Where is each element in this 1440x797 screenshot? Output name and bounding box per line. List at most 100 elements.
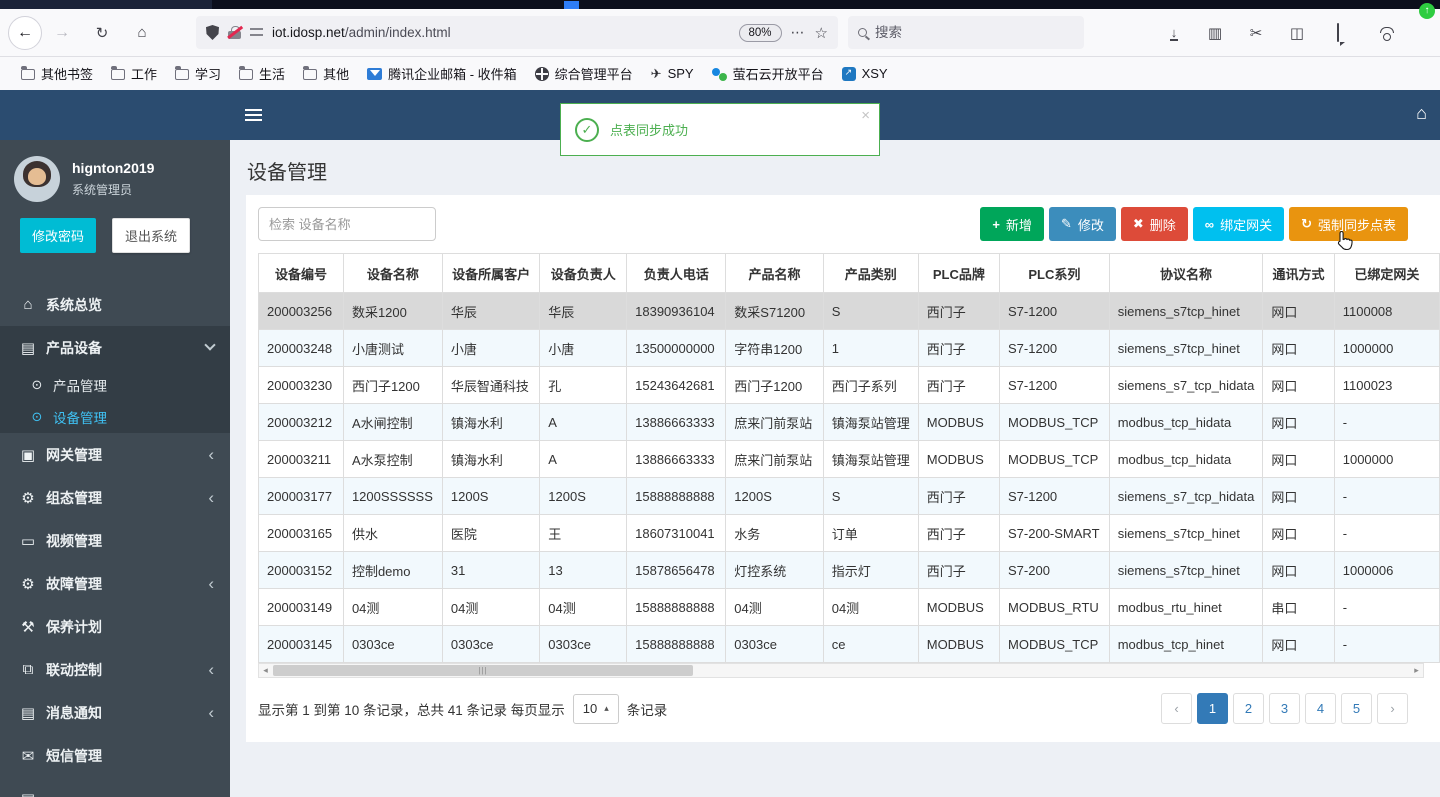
bookmark-item[interactable]: SPY (642, 62, 703, 86)
bookmark-item[interactable]: 综合管理平台 (526, 62, 642, 86)
browser-tab-bar[interactable] (0, 0, 1440, 9)
sidebar-toggle-icon[interactable] (245, 109, 262, 121)
device-panel: + 新增 ✎ 修改 ✖ 删除 ∞ 绑定网关 ↻ 强制同步点表 设备编号设备名称设备所属客户设备负责… (246, 195, 1440, 742)
logout-button[interactable]: 退出系统 (112, 218, 191, 253)
column-header[interactable]: 设备名称 (342, 253, 443, 293)
sidebar-item[interactable]: ▤ 产品设备 (0, 326, 230, 369)
bookmark-item[interactable]: 萤石云开放平台 (703, 62, 833, 86)
column-header[interactable]: 已绑定网关 (1333, 253, 1440, 293)
home-button[interactable]: ⌂ (132, 24, 152, 41)
toast-close-icon[interactable]: × (861, 107, 870, 124)
column-header[interactable]: 负责人电话 (626, 253, 727, 293)
table-row[interactable]: 200003256 数采1200 华辰 华辰 18390936104 数采S71200 S 西… (258, 292, 1440, 330)
page-button[interactable]: 5 (1341, 693, 1372, 724)
button-label: 绑定网关 (1220, 217, 1273, 233)
table-row[interactable]: 200003211 A水泵控制 镇海水利 A 13886663333 庶来门前泵站 镇海泵站… (258, 440, 1440, 478)
page-button[interactable]: 1 (1197, 693, 1228, 724)
scroll-left-icon[interactable]: ◂ (259, 664, 272, 677)
column-header[interactable]: 产品名称 (725, 253, 824, 293)
bookmark-item[interactable]: 生活 (230, 62, 294, 86)
sidebar-item[interactable]: ⚒ 保养计划 (0, 605, 230, 648)
column-header[interactable]: 通讯方式 (1262, 253, 1335, 293)
sidebar-item[interactable]: ⌂ 系统总览 (0, 283, 230, 326)
edit-button[interactable]: ✎ 修改 (1048, 207, 1116, 241)
forward-button[interactable]: → (52, 24, 72, 42)
horizontal-scrollbar[interactable]: ◂ ||| ▸ (258, 663, 1424, 678)
table-row[interactable]: 200003212 A水闸控制 镇海水利 A 13886663333 庶来门前泵站 镇海泵站… (258, 403, 1440, 441)
url-text[interactable]: iot.idosp.net/admin/index.html (272, 25, 730, 40)
table-cell: MODBUS (917, 403, 1001, 441)
prev-page-button[interactable]: ‹ (1161, 693, 1192, 724)
sidebar-item[interactable]: ▤ (0, 777, 230, 797)
browser-search[interactable] (848, 16, 1084, 49)
column-header[interactable]: PLC品牌 (917, 253, 1001, 293)
lock-slash-icon[interactable] (227, 25, 243, 40)
change-password-button[interactable]: 修改密码 (20, 218, 97, 253)
table-cell: A水泵控制 (342, 440, 443, 478)
device-search-input[interactable] (258, 207, 436, 241)
table-row[interactable]: 200003248 小唐测试 小唐 小唐 13500000000 字符串1200 1 西门子 S… (258, 329, 1440, 367)
table-row[interactable]: 200003149 04测 04测 04测 15888888888 04测 04测 MODBU… (258, 588, 1440, 626)
table-row[interactable]: 200003165 供水 医院王 18607310041 水务 订单 西门子 S7-200-S… (258, 514, 1440, 552)
pocket-message-icon[interactable] (1330, 23, 1346, 42)
force-sync-button[interactable]: ↻ 强制同步点表 (1289, 207, 1408, 241)
table-cell: 15888888888 (626, 625, 727, 663)
screenshot-clipper-icon[interactable]: ✂ (1248, 24, 1264, 42)
table-cell: modbus_tcp_hidata (1108, 403, 1264, 441)
page-size-dropdown[interactable]: 10 ▴ (572, 693, 619, 724)
column-header[interactable]: 设备所属客户 (441, 253, 541, 293)
reload-button[interactable]: ↻ (92, 24, 112, 42)
next-page-button[interactable]: › (1377, 693, 1408, 724)
table-row[interactable]: 200003145 0303ce 0303ce 0303ce 15888888888 03… (258, 625, 1440, 663)
active-tab[interactable] (0, 0, 212, 9)
table-row[interactable]: 200003230 西门子1200 华辰智通科技孔 15243642681 西门子120… (258, 366, 1440, 404)
sidebar-item[interactable]: ▣ 网关管理 ‹ (0, 433, 230, 476)
column-header[interactable]: 协议名称 (1108, 253, 1264, 293)
table-cell: 华辰智通科技 (441, 366, 541, 404)
table-cell: siemens_s7tcp_hinet (1108, 292, 1264, 330)
page-actions-icon[interactable]: ⋯ (791, 24, 806, 41)
sidebar-subitem[interactable]: ⊙ 产品管理 (0, 369, 230, 401)
column-header[interactable]: 设备编号 (258, 253, 344, 293)
table-row[interactable]: 200003177 1200SSSSSS 1200S 1200S 15888888888… (258, 477, 1440, 515)
column-header[interactable]: 产品类别 (822, 253, 919, 293)
navbar-home-icon[interactable]: ⌂ (1416, 103, 1427, 124)
column-header[interactable]: 设备负责人 (539, 253, 628, 293)
page-button[interactable]: 3 (1269, 693, 1300, 724)
bookmark-item[interactable]: 工作 (102, 62, 166, 86)
sidebar-item[interactable]: ⧉ 联动控制 ‹ (0, 648, 230, 691)
table-cell: S7-200 (999, 551, 1110, 589)
zoom-badge[interactable]: 80% (738, 23, 782, 42)
column-header[interactable]: PLC系列 (999, 253, 1110, 293)
delete-button[interactable]: ✖ 删除 (1120, 207, 1188, 241)
table-row[interactable]: 200003152 控制demo 31 13 15878656478 灯控系统 指示灯 西门子… (258, 551, 1440, 589)
page-button[interactable]: 4 (1305, 693, 1336, 724)
library-icon[interactable]: ▥ (1207, 24, 1223, 42)
back-button[interactable]: ← (8, 15, 42, 50)
page-button[interactable]: 2 (1233, 693, 1264, 724)
bookmark-item[interactable]: 腾讯企业邮箱 - 收件箱 (358, 62, 526, 86)
sidebar-toggle-browser-icon[interactable]: ◫ (1289, 24, 1305, 42)
bookmark-item[interactable]: 其他 (294, 62, 358, 86)
sidebar-item[interactable]: ✉ 短信管理 (0, 734, 230, 777)
browser-search-input[interactable] (875, 25, 1074, 40)
update-badge-icon[interactable]: ↑ (1419, 3, 1435, 19)
bookmark-star-icon[interactable]: ☆ (815, 24, 828, 42)
bind-gateway-button[interactable]: ∞ 绑定网关 (1192, 207, 1285, 241)
sidebar-item[interactable]: ⚙ 组态管理 ‹ (0, 476, 230, 519)
download-icon[interactable]: ↓ (1166, 24, 1182, 41)
permissions-icon[interactable] (250, 26, 263, 39)
add-button[interactable]: + 新增 (980, 207, 1044, 241)
sidebar-item[interactable]: ▤ 消息通知 ‹ (0, 691, 230, 734)
bookmark-item[interactable]: XSY (833, 62, 897, 86)
sidebar-item[interactable]: ⚙ 故障管理 ‹ (0, 562, 230, 605)
bookmark-item[interactable]: 学习 (166, 62, 230, 86)
bookmark-item[interactable]: 其他书签 (12, 62, 102, 86)
table-cell: MODBUS_RTU (999, 588, 1110, 626)
address-bar[interactable]: iot.idosp.net/admin/index.html 80% ⋯ ☆ (196, 16, 838, 49)
sidebar-subitem[interactable]: ⊙ 设备管理 (0, 401, 230, 433)
sidebar-item[interactable]: ▭ 视频管理 (0, 519, 230, 562)
scrollbar-thumb[interactable]: ||| (273, 665, 693, 676)
shield-icon[interactable] (206, 25, 219, 40)
scroll-right-icon[interactable]: ▸ (1410, 664, 1423, 677)
